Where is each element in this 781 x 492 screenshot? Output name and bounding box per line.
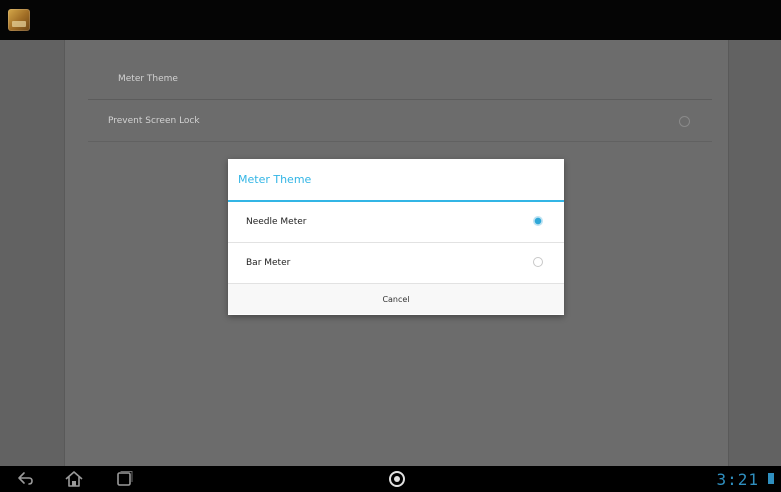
radio-bar-meter[interactable] xyxy=(533,257,543,267)
dialog-title: Meter Theme xyxy=(228,159,564,202)
clock: 3:21 xyxy=(716,470,759,489)
recent-apps-icon[interactable] xyxy=(113,469,135,489)
system-bar: 3:21 xyxy=(0,466,781,492)
pref-prevent-screen-lock-label: Prevent Screen Lock xyxy=(108,116,200,126)
screen: Meter Theme Prevent Screen Lock Meter Th… xyxy=(0,0,781,492)
left-gutter xyxy=(0,40,65,466)
option-needle-meter-label: Needle Meter xyxy=(246,217,307,227)
battery-icon xyxy=(768,473,774,484)
option-bar-meter[interactable]: Bar Meter xyxy=(228,243,564,284)
prevent-screen-lock-checkbox[interactable] xyxy=(679,116,690,127)
app-icon[interactable] xyxy=(8,9,30,31)
cancel-button[interactable]: Cancel xyxy=(228,284,564,314)
option-needle-meter[interactable]: Needle Meter xyxy=(228,202,564,243)
right-gutter xyxy=(728,40,781,466)
pref-meter-theme-label: Meter Theme xyxy=(118,74,178,84)
pref-prevent-screen-lock[interactable]: Prevent Screen Lock xyxy=(88,101,712,142)
meter-theme-dialog: Meter Theme Needle Meter Bar Meter Cance… xyxy=(228,159,564,315)
center-app-icon[interactable] xyxy=(386,469,408,489)
radio-needle-meter-selected[interactable] xyxy=(533,216,543,226)
pref-meter-theme[interactable]: Meter Theme xyxy=(88,59,712,100)
home-icon[interactable] xyxy=(63,469,85,489)
option-bar-meter-label: Bar Meter xyxy=(246,258,291,268)
action-bar xyxy=(0,0,781,40)
back-icon[interactable] xyxy=(14,469,36,489)
